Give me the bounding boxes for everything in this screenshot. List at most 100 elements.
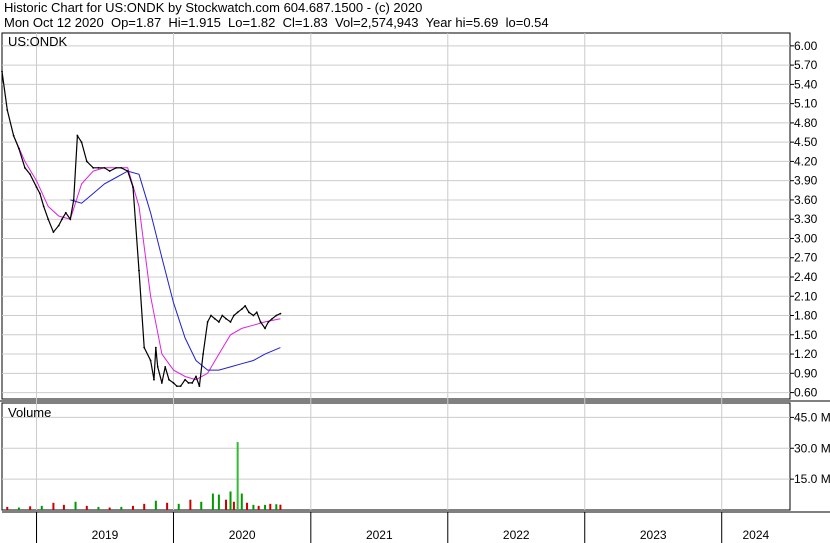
price-point xyxy=(23,166,26,169)
price-point xyxy=(267,321,270,323)
volume-bar xyxy=(40,505,43,510)
volume-bar xyxy=(52,502,55,510)
price-point xyxy=(69,218,72,221)
volume-bar xyxy=(131,505,134,510)
volume-bar xyxy=(264,504,267,510)
price-tick-label: 4.20 xyxy=(794,154,818,168)
volume-bar xyxy=(200,501,203,510)
year-label: 2023 xyxy=(640,528,667,542)
price-point xyxy=(156,365,159,368)
price-panel-title: US:ONDK xyxy=(8,34,68,49)
volume-bar xyxy=(120,506,123,510)
price-tick-label: 2.10 xyxy=(794,289,818,303)
price-tick-label: 5.10 xyxy=(794,97,818,111)
price-point xyxy=(191,382,194,384)
price-point xyxy=(132,186,134,189)
price-point xyxy=(57,224,60,227)
price-point xyxy=(279,312,282,315)
price-point xyxy=(232,314,235,317)
price-point xyxy=(240,308,243,311)
price-tick-label: 1.20 xyxy=(794,347,818,361)
volume-bar xyxy=(29,506,32,510)
volume-bar xyxy=(108,507,111,510)
volume-bar xyxy=(154,500,157,510)
volume-bar xyxy=(225,499,228,510)
price-point xyxy=(217,321,220,323)
volume-panel-title: Volume xyxy=(8,405,51,420)
volume-bar xyxy=(236,442,239,510)
volume-bar xyxy=(229,491,232,510)
volume-bar xyxy=(166,502,169,510)
price-point xyxy=(187,382,190,384)
price-point xyxy=(17,147,20,150)
price-point xyxy=(179,385,182,388)
price-point xyxy=(80,141,83,144)
price-point xyxy=(229,321,232,323)
volume-bar xyxy=(17,507,20,510)
price-point xyxy=(210,314,212,317)
price-point xyxy=(29,173,32,176)
volume-bar xyxy=(85,505,88,510)
price-tick-label: 2.40 xyxy=(794,270,818,284)
price-point xyxy=(195,375,197,378)
volume-tick-label: 30.0 M xyxy=(794,441,830,455)
price-point xyxy=(275,314,278,317)
price-point xyxy=(120,166,123,169)
volume-bar xyxy=(74,501,77,510)
price-point xyxy=(206,321,209,323)
volume-bar xyxy=(62,504,65,510)
price-point xyxy=(164,365,167,368)
chart-canvas: 6.00 5.70 5.40 5.10 4.80 4.50 4.20 3.90 3.60 3.30… xyxy=(0,32,830,543)
year-label: 2020 xyxy=(229,528,256,542)
price-point xyxy=(12,134,15,137)
price-point xyxy=(76,134,79,137)
price-tick-label: 2.70 xyxy=(794,251,818,265)
volume-bar xyxy=(143,503,146,510)
price-tick-label: 5.40 xyxy=(794,77,818,91)
price-point xyxy=(168,378,170,381)
price-point xyxy=(126,170,129,172)
volume-bar xyxy=(275,504,278,510)
volume-bar xyxy=(211,493,214,510)
price-point xyxy=(47,218,50,221)
price-point xyxy=(259,321,262,323)
price-point xyxy=(271,317,274,320)
price-tick-label: 1.80 xyxy=(794,309,818,323)
price-point xyxy=(255,311,258,314)
volume-bar xyxy=(217,494,220,510)
price-point xyxy=(154,346,157,349)
volume-bar xyxy=(97,506,100,510)
price-tick-label: 3.60 xyxy=(794,193,818,207)
volume-bar xyxy=(240,493,243,510)
volume-tick-label: 15.0 M xyxy=(794,472,830,486)
price-point xyxy=(38,192,41,195)
price-point xyxy=(160,382,163,384)
price-tick-label: 3.30 xyxy=(794,212,818,226)
price-point xyxy=(221,314,224,317)
volume-bar xyxy=(6,506,9,510)
price-point xyxy=(175,385,178,388)
volume-bar xyxy=(177,503,180,510)
volume-bar xyxy=(252,504,255,510)
price-point xyxy=(61,218,63,221)
volume-tick-label: 45.0 M xyxy=(794,410,830,424)
volume-panel-frame xyxy=(1,402,791,511)
volume-bar xyxy=(189,499,192,510)
price-point xyxy=(108,170,111,172)
price-tick-label: 3.00 xyxy=(794,231,818,245)
price-tick-label: 0.90 xyxy=(794,366,818,380)
price-point xyxy=(97,166,100,169)
price-point xyxy=(149,359,152,362)
price-point xyxy=(248,311,250,314)
price-point xyxy=(264,327,266,330)
volume-bar xyxy=(232,501,235,510)
year-label: 2022 xyxy=(503,528,530,542)
price-tick-label: 6.00 xyxy=(794,39,818,53)
price-point xyxy=(143,346,146,349)
price-tick-label: 5.70 xyxy=(794,58,818,72)
price-point xyxy=(225,317,227,320)
price-tick-label: 0.60 xyxy=(794,386,818,400)
price-line xyxy=(1,71,281,387)
price-point xyxy=(202,353,205,355)
price-point xyxy=(103,166,106,169)
